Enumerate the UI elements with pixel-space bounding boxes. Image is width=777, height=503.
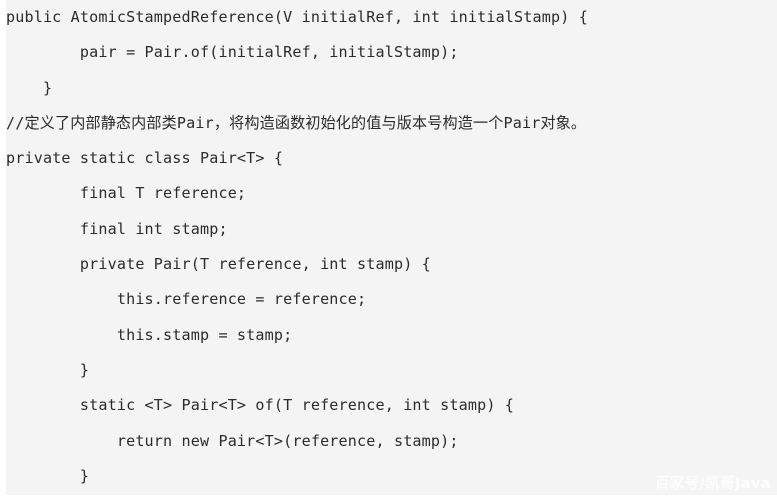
code-screenshot: public AtomicStampedReference(V initialR… (0, 0, 777, 503)
code-line: final int stamp; (6, 219, 228, 238)
code-block: public AtomicStampedReference(V initialR… (6, 0, 777, 495)
code-line: pair = Pair.of(initialRef, initialStamp)… (6, 43, 459, 62)
code-surface: public AtomicStampedReference(V initialR… (6, 0, 777, 495)
code-line: this.reference = reference; (6, 290, 367, 309)
code-line: public AtomicStampedReference(V initialR… (6, 8, 588, 26)
code-line: return new Pair<T>(reference, stamp); (6, 431, 459, 450)
watermark-label: 百家号/凯哥Java (654, 476, 771, 492)
code-line: static <T> Pair<T> of(T reference, int s… (6, 396, 515, 415)
code-line: } (6, 360, 90, 379)
code-line: } (6, 78, 53, 97)
code-line: this.stamp = stamp; (6, 325, 293, 344)
code-line: private static class Pair<T> { (6, 149, 284, 168)
code-line: final T reference; (6, 184, 247, 203)
code-line: } (6, 494, 777, 495)
code-line: //定义了内部静态内部类Pair，将构造函数初始化的值与版本号构造一个Pair对… (6, 113, 587, 132)
code-line: private Pair(T reference, int stamp) { (6, 255, 431, 274)
